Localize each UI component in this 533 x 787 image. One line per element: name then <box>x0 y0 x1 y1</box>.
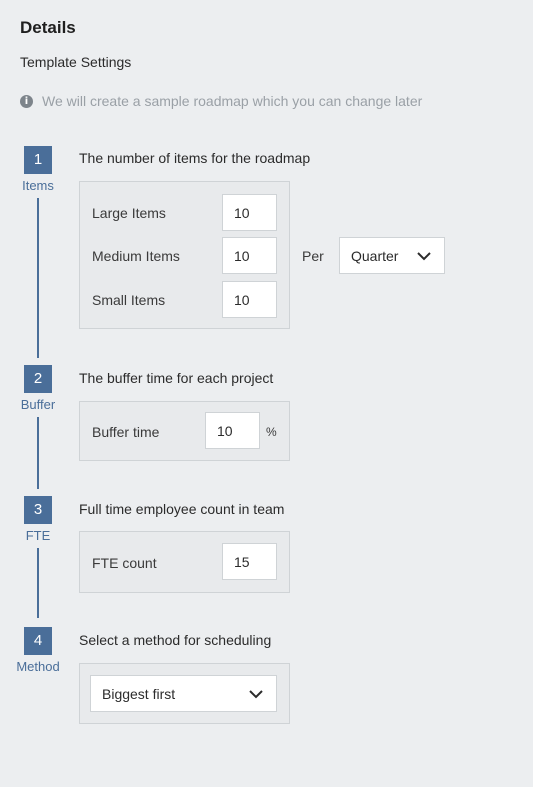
small-items-input[interactable]: 10 <box>222 281 277 318</box>
step-connector-line <box>37 417 39 489</box>
large-items-label: Large Items <box>92 205 166 221</box>
step-2-label: Buffer <box>20 397 56 412</box>
buffer-time-input[interactable]: 10 <box>205 412 260 449</box>
step-2-heading: The buffer time for each project <box>79 370 274 386</box>
step-3-badge: 3 <box>24 496 52 524</box>
fte-count-input[interactable]: 15 <box>222 543 277 580</box>
scheduling-method-value: Biggest first <box>102 685 176 702</box>
info-message: i We will create a sample roadmap which … <box>20 93 422 109</box>
medium-items-input[interactable]: 10 <box>222 237 277 274</box>
step-3-label: FTE <box>25 528 51 543</box>
step-connector-line <box>37 198 39 358</box>
fte-count-label: FTE count <box>92 555 157 571</box>
medium-items-label: Medium Items <box>92 248 180 264</box>
small-items-label: Small Items <box>92 292 166 308</box>
step-connector-line <box>37 548 39 618</box>
per-label: Per <box>302 248 324 264</box>
step-4-heading: Select a method for scheduling <box>79 632 272 648</box>
step-3-heading: Full time employee count in team <box>79 501 285 517</box>
step-4-label: Method <box>16 659 60 674</box>
step-1-heading: The number of items for the roadmap <box>79 150 311 166</box>
period-select-value: Quarter <box>351 247 399 264</box>
large-items-input[interactable]: 10 <box>222 194 277 231</box>
info-text: We will create a sample roadmap which yo… <box>42 93 423 109</box>
percent-unit: % <box>266 425 277 439</box>
section-subtitle: Template Settings <box>20 54 132 70</box>
step-4-badge: 4 <box>24 627 52 655</box>
step-2-badge: 2 <box>24 365 52 393</box>
page-title: Details <box>20 18 76 37</box>
chevron-down-icon <box>417 251 431 260</box>
period-select[interactable]: Quarter <box>339 237 445 274</box>
info-icon: i <box>20 94 33 108</box>
scheduling-method-select[interactable]: Biggest first <box>90 675 277 712</box>
step-1-badge: 1 <box>24 146 52 174</box>
buffer-time-label: Buffer time <box>92 424 160 440</box>
chevron-down-icon <box>249 689 263 698</box>
step-1-label: Items <box>22 178 54 193</box>
